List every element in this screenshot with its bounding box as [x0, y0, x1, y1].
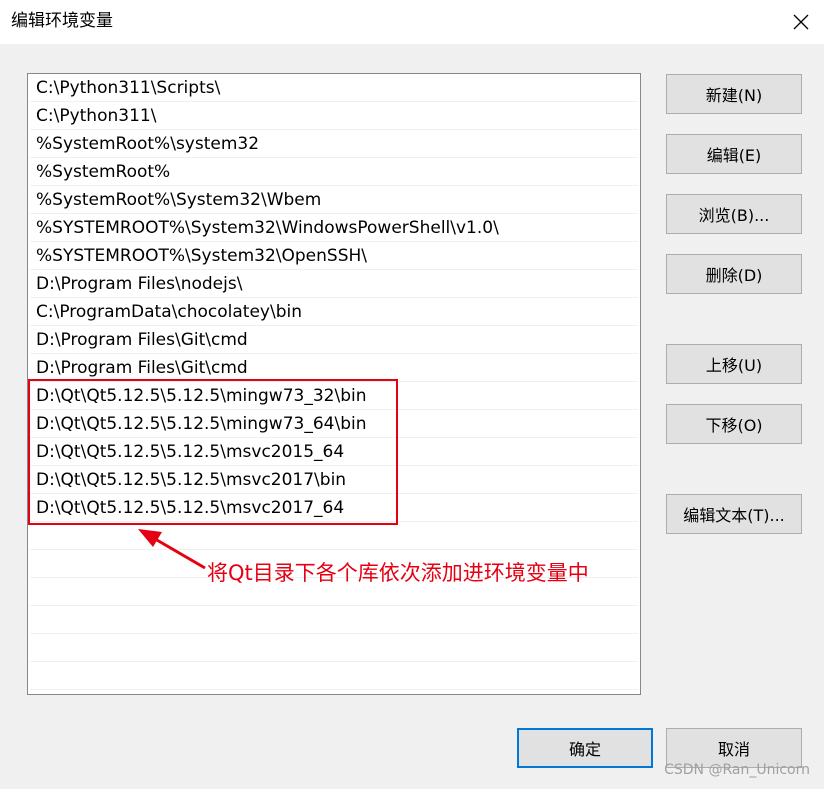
watermark: CSDN @Ran_Unicorn — [664, 762, 810, 778]
annotation-text: 将Qt目录下各个库依次添加进环境变量中 — [207, 561, 589, 585]
annotation-arrow-icon — [138, 529, 206, 570]
